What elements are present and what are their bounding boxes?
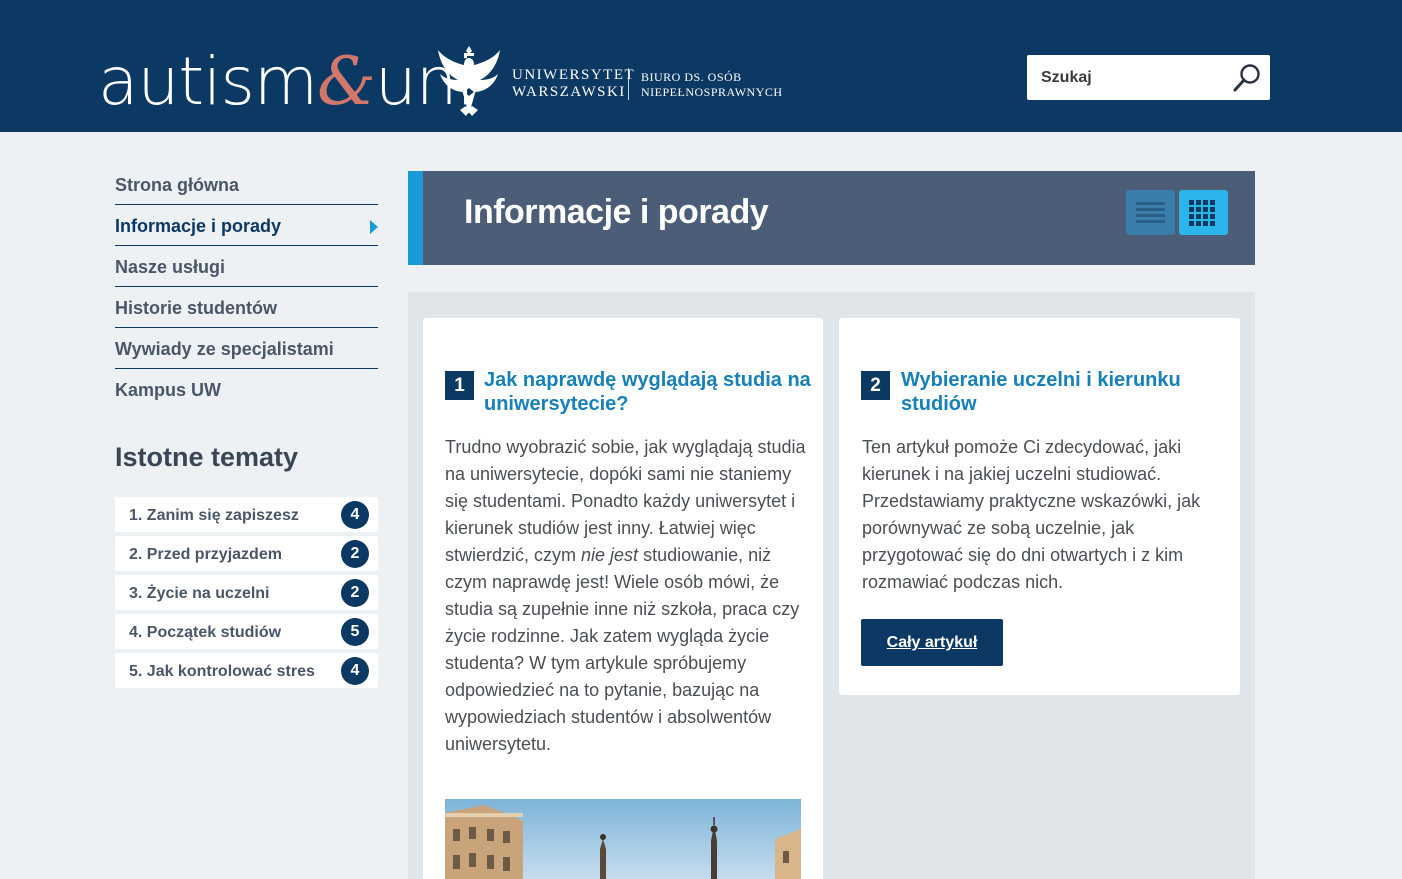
list-view-button[interactable] <box>1126 190 1175 235</box>
excerpt-line: Ten artykuł pomoże Ci zdecydować, jaki <box>862 437 1182 457</box>
article-title-line: uniwersytecie? <box>484 393 629 415</box>
university-name-line2: WARSZAWSKI <box>512 84 626 100</box>
excerpt-line: uniwersytetu. <box>445 734 552 754</box>
topic-item[interactable]: 1. Zanim się zapiszesz 4 <box>115 497 378 532</box>
logo-text-autism: autism <box>98 43 318 120</box>
topic-item[interactable]: 3. Życie na uczelni 2 <box>115 575 378 610</box>
article-title-link[interactable]: Wybieranie uczelni i kierunku studiów <box>901 368 1221 416</box>
article-title-line: studiów <box>901 393 977 415</box>
topics-list: 1. Zanim się zapiszesz 4 2. Przed przyjaz… <box>115 497 378 692</box>
topic-count-badge: 5 <box>341 618 369 646</box>
excerpt-line: się studentami. Ponadto każdy uniwersyte… <box>445 491 796 511</box>
topic-item[interactable]: 2. Przed przyjazdem 2 <box>115 536 378 571</box>
excerpt-emphasis: nie jest <box>581 545 639 565</box>
topic-item[interactable]: 5. Jak kontrolować stres 4 <box>115 653 378 688</box>
banner-accent-bar <box>408 171 423 265</box>
excerpt-line: wypowiedziach studentów i absolwentów <box>445 707 772 727</box>
excerpt-line: kierunek i na jakiej uczelni studiować. <box>862 464 1162 484</box>
office-name: BIURO DS. OSÓB NIEPEŁNOSPRAWNYCH <box>641 70 783 100</box>
article-title-link[interactable]: Jak naprawdę wyglądają studia na uniwers… <box>484 368 814 416</box>
autism-uni-logo[interactable]: autism&uni <box>98 42 475 122</box>
sidebar-nav: Strona główna Informacje i porady Nasze … <box>115 164 378 410</box>
search-input[interactable] <box>1027 55 1227 100</box>
nav-item-label: Strona główna <box>115 175 240 195</box>
excerpt-line: stwierdzić, czym nie jest studiowanie, n… <box>445 542 815 569</box>
topic-label: 5. Jak kontrolować stres <box>129 663 315 680</box>
excerpt-line: studenta? W tym artykule spróbujemy <box>445 653 747 673</box>
topic-label: 4. Początek studiów <box>129 624 282 641</box>
excerpt-line: porównywać ze sobą uczelnie, jak <box>862 518 1135 538</box>
topic-count-badge: 4 <box>341 501 369 529</box>
office-name-line1: BIURO DS. OSÓB <box>641 70 742 84</box>
topic-label: 2. Przed przyjazdem <box>129 546 282 563</box>
nav-item-info[interactable]: Informacje i porady <box>115 205 378 246</box>
excerpt-text: studiowanie, niż <box>643 545 772 565</box>
topic-count-badge: 4 <box>341 657 369 685</box>
nav-item-label: Kampus UW <box>115 380 222 400</box>
nav-item-home[interactable]: Strona główna <box>115 164 378 205</box>
page-title: Informacje i porady <box>464 193 769 231</box>
nav-item-services[interactable]: Nasze usługi <box>115 246 378 287</box>
topic-item[interactable]: 4. Początek studiów 5 <box>115 614 378 649</box>
excerpt-text: stwierdzić, czym <box>445 545 582 565</box>
topics-heading: Istotne tematy <box>115 442 299 472</box>
topic-label: 3. Życie na uczelni <box>129 585 270 602</box>
topic-label: 1. Zanim się zapiszesz <box>129 507 299 524</box>
excerpt-line: na uniwersytecie, dopóki sami nie stanie… <box>445 464 792 484</box>
nav-item-label: Wywiady ze specjalistami <box>115 339 334 359</box>
nav-item-label: Informacje i porady <box>115 216 282 236</box>
topic-count-badge: 2 <box>341 540 369 568</box>
excerpt-line: Przedstawiamy praktyczne wskazówki, jak <box>862 491 1201 511</box>
excerpt-line: życie rodzinne. Jak zatem wygląda życie <box>445 626 770 646</box>
search-icon[interactable] <box>1232 63 1262 93</box>
excerpt-line: Trudno wyobrazić sobie, jak wyglądają st… <box>445 437 806 457</box>
article-excerpt: Ten artykuł pomoże Ci zdecydować, jaki k… <box>862 434 1222 596</box>
page-title-banner: Informacje i porady <box>408 171 1255 265</box>
excerpt-line: kierunek studiów jest inny. Łatwiej więc <box>445 518 756 538</box>
grid-view-button[interactable] <box>1179 190 1228 235</box>
list-view-icon <box>1136 202 1165 223</box>
header-divider <box>628 68 629 100</box>
nav-item-label: Historie studentów <box>115 298 278 318</box>
article-number: 1 <box>445 371 474 400</box>
article-photo[interactable] <box>445 799 801 879</box>
excerpt-line: odpowiedzieć na to pytanie, bazując na <box>445 680 760 700</box>
article-number: 2 <box>861 371 890 400</box>
building-photo-image <box>445 805 801 879</box>
article-excerpt: Trudno wyobrazić sobie, jak wyglądają st… <box>445 434 815 758</box>
excerpt-line: czym naprawdę jest! Wiele osób mówi, że <box>445 572 780 592</box>
excerpt-line: studia są zupełnie inne niż szkoła, prac… <box>445 599 800 619</box>
excerpt-line: przygotować się do dni otwartych i z kim <box>862 545 1184 565</box>
excerpt-line: rozmawiać podczas nich. <box>862 572 1064 592</box>
active-arrow-icon <box>370 220 378 234</box>
article-title-line: Wybieranie uczelni i kierunku <box>901 369 1181 391</box>
office-name-line2: NIEPEŁNOSPRAWNYCH <box>641 85 783 99</box>
logo-ampersand: & <box>317 43 376 120</box>
nav-item-student-stories[interactable]: Historie studentów <box>115 287 378 328</box>
site-header: autism&uni UNIWERSYTET WARSZAWSKI BIURO … <box>0 0 1402 132</box>
nav-item-label: Nasze usługi <box>115 257 226 277</box>
university-name-line1: UNIWERSYTET <box>512 67 636 83</box>
article-title-line: Jak naprawdę wyglądają studia na <box>484 369 811 391</box>
university-eagle-icon[interactable] <box>436 44 502 118</box>
nav-item-campus[interactable]: Kampus UW <box>115 369 378 410</box>
topic-count-badge: 2 <box>341 579 369 607</box>
grid-view-icon <box>1189 200 1215 226</box>
nav-item-interviews[interactable]: Wywiady ze specjalistami <box>115 328 378 369</box>
university-name: UNIWERSYTET WARSZAWSKI <box>512 67 635 101</box>
full-article-button[interactable]: Cały artykuł <box>861 619 1003 666</box>
